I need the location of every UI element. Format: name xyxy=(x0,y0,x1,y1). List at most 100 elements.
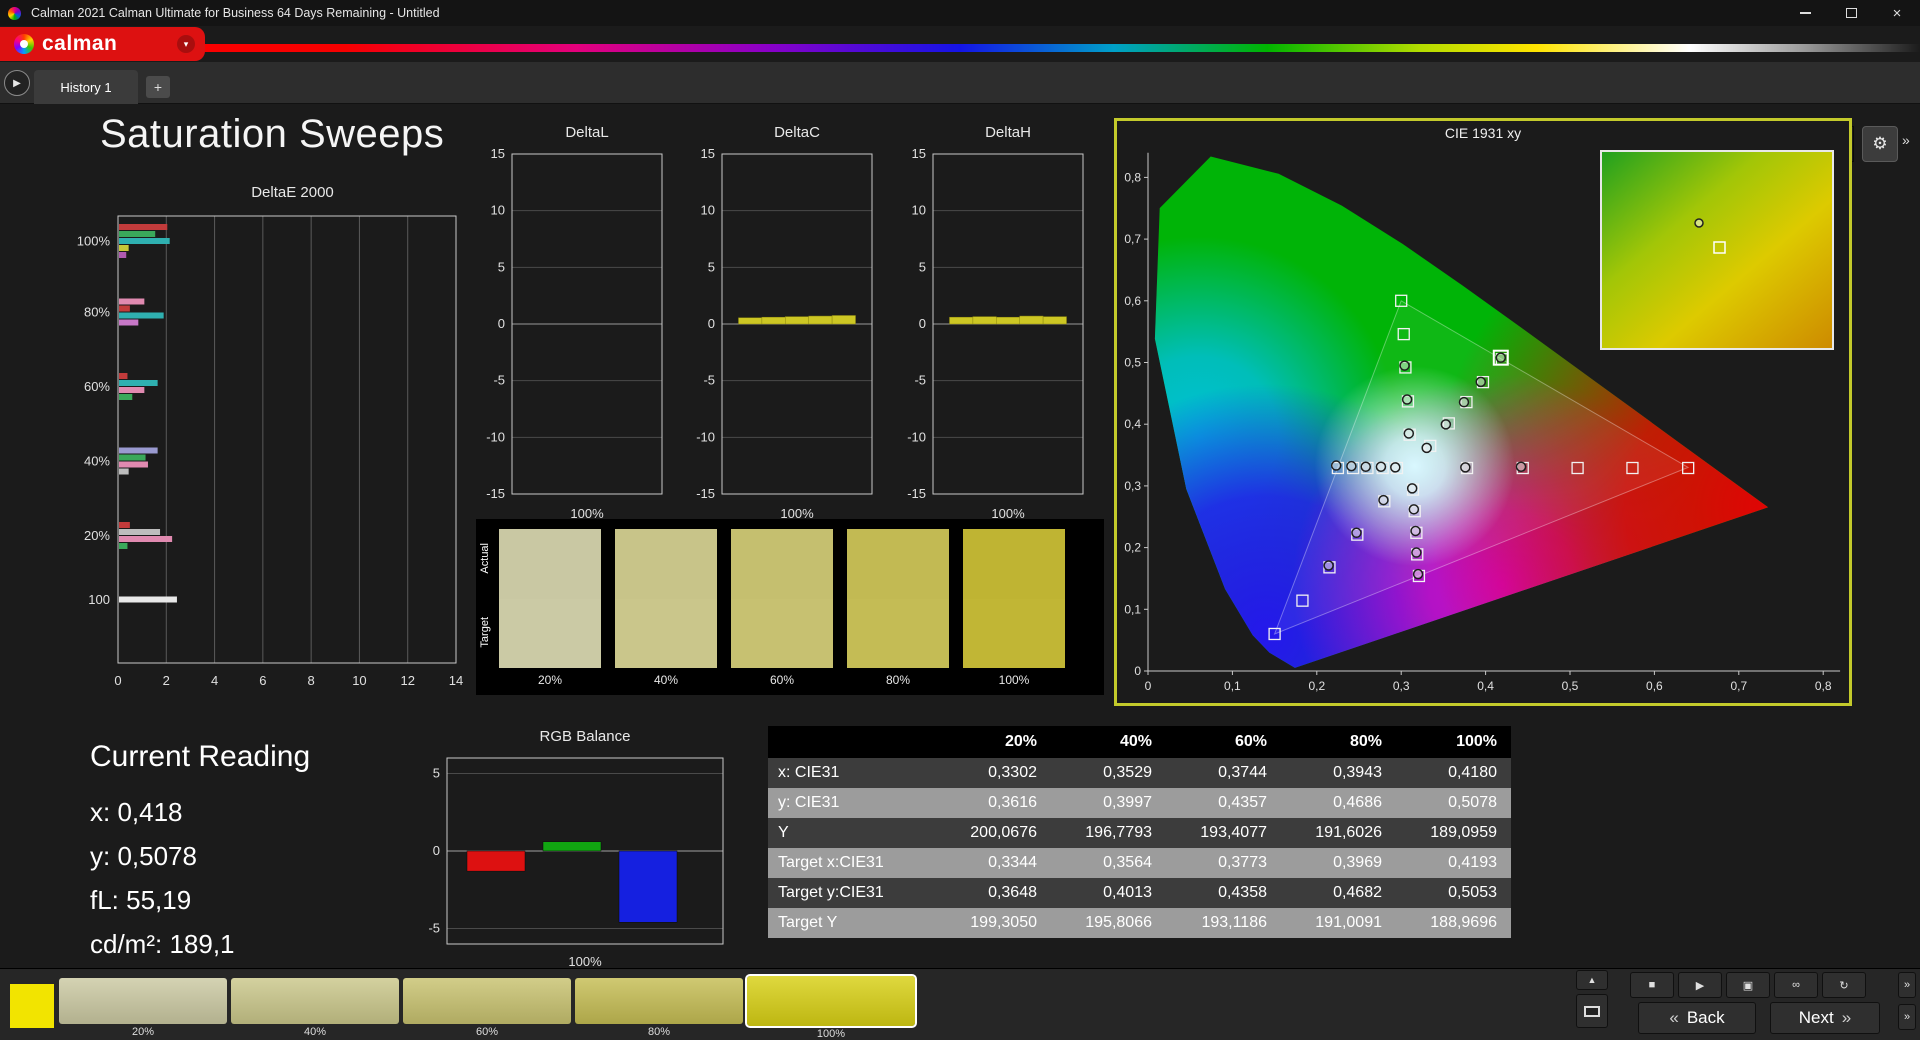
bottom-swatch-80%[interactable]: 80% xyxy=(575,978,743,1040)
deltac-panel: DeltaC 15 10 5 0 -5 -10 -15 100% xyxy=(682,124,877,553)
svg-text:100%: 100% xyxy=(568,954,602,968)
svg-text:5: 5 xyxy=(498,259,505,274)
bottom-swatch-100%[interactable]: 100% xyxy=(745,974,917,1040)
table-row: Target x:CIE31 0,3344 0,3564 0,3773 0,3969 0,… xyxy=(768,848,1511,878)
deltac-bar xyxy=(785,316,809,325)
current-reading-title: Current Reading xyxy=(90,740,311,773)
svg-text:0,4: 0,4 xyxy=(1124,417,1141,431)
table-row: x: CIE31 0,3302 0,3529 0,3744 0,3943 0,4180 xyxy=(768,758,1511,788)
svg-text:15: 15 xyxy=(701,146,715,161)
svg-text:-5: -5 xyxy=(914,373,926,388)
app-root: Calman 2021 Calman Ultimate for Business… xyxy=(0,0,1920,1040)
swatch-tile[interactable] xyxy=(575,978,743,1024)
calman-logo[interactable]: calman ▾ xyxy=(0,27,205,61)
swatch-tile[interactable] xyxy=(745,974,917,1028)
next-button[interactable]: Next » xyxy=(1770,1002,1880,1034)
row-label: Target x:CIE31 xyxy=(768,848,936,878)
svg-text:0,5: 0,5 xyxy=(1124,356,1141,370)
deltae-bar xyxy=(119,596,177,603)
cie-1931-title: CIE 1931 xy xyxy=(1444,125,1522,141)
deltac-title: DeltaC xyxy=(774,124,820,141)
expand-top-button[interactable]: » xyxy=(1898,972,1916,998)
link-button[interactable]: ∞ xyxy=(1774,972,1818,998)
rgb-bar-green xyxy=(542,841,602,852)
bottom-swatch-20%[interactable]: 20% xyxy=(59,978,227,1040)
table-cell: 191,6026 xyxy=(1281,818,1396,848)
title-bar: Calman 2021 Calman Ultimate for Business… xyxy=(0,0,1920,26)
expand-bottom-button[interactable]: » xyxy=(1898,1004,1916,1030)
cie-measured-yellow xyxy=(1458,396,1470,408)
table-cell: 0,3302 xyxy=(936,758,1051,788)
deltal-chart: 15 10 5 0 -5 -10 -15 100% xyxy=(472,146,667,553)
deltae-2000-chart: 0 2 4 6 8 10 12 14 100% 80% 60% 40% 20% 100 xyxy=(60,206,470,708)
transport-controls: ■ ▶ ▣ ∞ ↻ xyxy=(1630,972,1866,998)
svg-text:0,3: 0,3 xyxy=(1124,479,1141,493)
cie-measured-red xyxy=(1460,462,1471,473)
svg-text:-10: -10 xyxy=(696,429,715,444)
deltah-bar xyxy=(1042,316,1067,325)
deltae-bar xyxy=(119,305,130,312)
cie-measured-red xyxy=(1515,461,1527,473)
target-swatch xyxy=(499,598,601,668)
cie-measured-cyan xyxy=(1375,461,1387,473)
svg-text:0,6: 0,6 xyxy=(1124,294,1141,308)
svg-text:0,1: 0,1 xyxy=(1124,602,1141,616)
rgb-bar-blue xyxy=(618,850,678,923)
swatch-level-label: 60% xyxy=(769,673,795,687)
svg-text:-5: -5 xyxy=(493,373,505,388)
svg-text:5: 5 xyxy=(919,259,926,274)
rgb-bar-red xyxy=(466,850,526,872)
column-header: 80% xyxy=(1281,726,1396,758)
link-icon: ∞ xyxy=(1792,979,1800,991)
column-header: 60% xyxy=(1166,726,1281,758)
gear-icon: ⚙ xyxy=(1872,134,1888,153)
back-button[interactable]: « Back xyxy=(1638,1002,1756,1034)
refresh-button[interactable]: ↻ xyxy=(1822,972,1866,998)
minimize-button[interactable] xyxy=(1782,0,1828,26)
save-icon: ▣ xyxy=(1742,979,1754,992)
stop-button[interactable]: ■ xyxy=(1630,972,1674,998)
play-button[interactable]: ▶ xyxy=(1678,972,1722,998)
swatch-tile[interactable] xyxy=(231,978,399,1024)
swatch-cell-40%: 40% xyxy=(614,528,718,687)
save-button[interactable]: ▣ xyxy=(1726,972,1770,998)
swatch-tile[interactable] xyxy=(59,978,227,1024)
display-select-button[interactable] xyxy=(1576,994,1608,1028)
settings-button[interactable]: ⚙ xyxy=(1862,126,1898,162)
cie-measured-blue xyxy=(1378,494,1389,506)
svg-text:2: 2 xyxy=(163,673,170,688)
logo-menu-caret-icon[interactable]: ▾ xyxy=(177,35,195,53)
add-tab-button[interactable]: + xyxy=(146,76,170,98)
maximize-icon xyxy=(1845,8,1857,18)
deltae-bar xyxy=(119,522,130,528)
table-cell: 193,4077 xyxy=(1166,818,1281,848)
deltah-chart: 15 10 5 0 -5 -10 -15 100% xyxy=(893,146,1088,553)
deltae-bar xyxy=(119,373,128,379)
cie-measured-yellow xyxy=(1495,352,1507,363)
history-run-button[interactable]: ▶ xyxy=(4,70,30,96)
collapse-button[interactable]: ▲ xyxy=(1576,970,1608,990)
cie-measured-yellow xyxy=(1440,419,1452,430)
table-cell: 0,3648 xyxy=(936,878,1051,908)
table-cell: 199,3050 xyxy=(936,908,1051,938)
table-cell: 0,4180 xyxy=(1396,758,1511,788)
stop-icon: ■ xyxy=(1648,979,1656,991)
panel-expand-chevron-icon[interactable]: » xyxy=(1902,132,1910,148)
tab-history-1[interactable]: History 1 xyxy=(34,70,138,104)
bottom-swatch-60%[interactable]: 60% xyxy=(403,978,571,1040)
rgb-balance-chart: 5 0 -5 100% xyxy=(407,750,727,973)
maximize-button[interactable] xyxy=(1828,0,1874,26)
table-cell: 195,8066 xyxy=(1051,908,1166,938)
page-title: Saturation Sweeps xyxy=(100,112,445,156)
deltae-2000-panel: DeltaE 2000 0 2 4 6 8 10 12 14 100% 80% 60% 40% 20% 1… xyxy=(60,184,470,708)
swatch-level-label: 40% xyxy=(653,673,679,687)
svg-text:60%: 60% xyxy=(84,379,110,394)
swatch-tile[interactable] xyxy=(403,978,571,1024)
svg-text:0,6: 0,6 xyxy=(1646,679,1663,693)
target-swatch xyxy=(963,598,1065,668)
svg-text:4: 4 xyxy=(211,673,218,688)
deltae-2000-title: DeltaE 2000 xyxy=(251,184,334,201)
svg-text:0: 0 xyxy=(1145,679,1152,693)
close-button[interactable]: × xyxy=(1874,0,1920,26)
bottom-swatch-40%[interactable]: 40% xyxy=(231,978,399,1040)
